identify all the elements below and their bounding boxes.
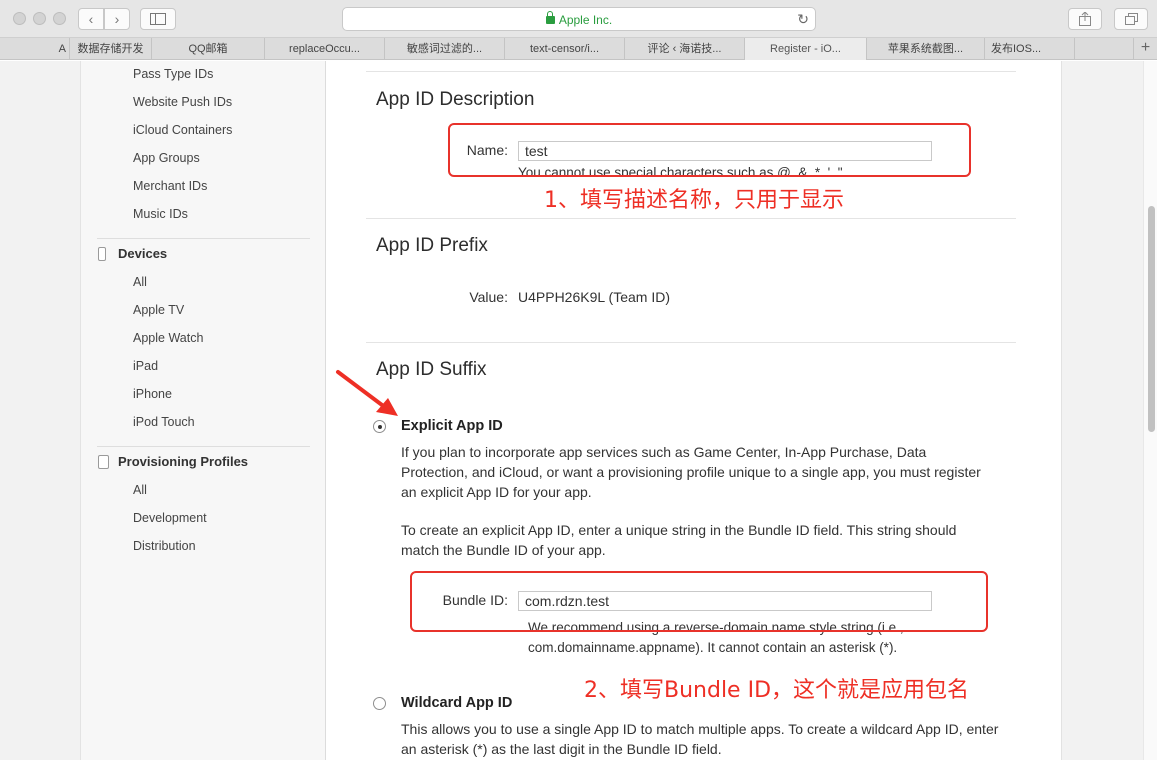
explicit-app-id-title: Explicit App ID [401,418,503,434]
sidebar-item-iphone[interactable]: iPhone [133,387,172,401]
sidebar-icon [150,13,166,25]
sidebar-item-pass-type-ids[interactable]: Pass Type IDs [133,67,213,81]
document-icon [98,455,109,469]
explicit-app-id-radio[interactable] [373,420,386,433]
share-icon [1079,12,1091,26]
explicit-app-id-description: If you plan to incorporate app services … [401,444,981,500]
scrollbar-thumb[interactable] [1148,206,1155,432]
sidebar-item-icloud-containers[interactable]: iCloud Containers [133,123,232,137]
annotation-box-bundle-id [410,571,988,632]
explicit-app-id-instructions: To create an explicit App ID, enter a un… [401,522,957,558]
tab[interactable]: 评论 ‹ 海诺技... [625,38,745,60]
tab[interactable]: 敏感词过滤的... [385,38,505,60]
sidebar: Pass Type IDs Website Push IDs iCloud Co… [80,61,326,760]
zoom-window-button[interactable] [53,12,66,25]
tab-bar: A 数据存储开发 QQ邮箱 replaceOccu... 敏感词过滤的... t… [0,38,1157,60]
sidebar-item-apple-tv[interactable]: Apple TV [133,303,184,317]
back-button[interactable]: ‹ [78,8,104,30]
browser-toolbar: ‹ › Apple Inc. ↻ [0,0,1157,38]
sidebar-item-development[interactable]: Development [133,511,207,525]
prefix-value: U4PPH26K9L (Team ID) [518,289,670,305]
divider [366,218,1016,219]
scrollbar[interactable] [1143,61,1157,760]
tab[interactable]: A [0,38,70,60]
sidebar-item-devices-all[interactable]: All [133,275,147,289]
wildcard-app-id-radio[interactable] [373,697,386,710]
address-bar[interactable]: Apple Inc. ↻ [342,7,816,31]
device-icon [98,247,106,261]
tab[interactable]: 苹果系统截图... [867,38,985,60]
wildcard-app-id-description: This allows you to use a single App ID t… [401,721,999,757]
close-window-button[interactable] [13,12,26,25]
sidebar-divider [97,238,310,239]
sidebar-item-music-ids[interactable]: Music IDs [133,207,188,221]
sidebar-item-profiles-all[interactable]: All [133,483,147,497]
sidebar-divider [97,446,310,447]
tabs-icon [1124,13,1138,25]
annotation-box-name [448,123,971,177]
sidebar-item-ipod-touch[interactable]: iPod Touch [133,415,195,429]
share-button[interactable] [1068,8,1102,30]
sidebar-item-website-push-ids[interactable]: Website Push IDs [133,95,232,109]
sidebar-toggle-button[interactable] [140,8,176,30]
sidebar-item-ipad[interactable]: iPad [133,359,158,373]
sidebar-item-app-groups[interactable]: App Groups [133,151,200,165]
section-title-description: App ID Description [376,89,535,110]
new-tab-button[interactable]: + [1133,38,1157,60]
sidebar-heading-devices: Devices [118,246,168,261]
prefix-value-label: Value: [469,289,508,305]
section-title-prefix: App ID Prefix [376,235,488,256]
annotation-note-2: 2、填写Bundle ID，这个就是应用包名 [584,678,970,703]
sidebar-item-apple-watch[interactable]: Apple Watch [133,331,203,345]
divider [366,342,1016,343]
sidebar-item-distribution[interactable]: Distribution [133,539,196,553]
chevron-right-icon: › [114,11,120,27]
sidebar-item-merchant-ids[interactable]: Merchant IDs [133,179,207,193]
tab[interactable]: replaceOccu... [265,38,385,60]
annotation-note-1: 1、填写描述名称，只用于显示 [544,188,844,213]
tab-active[interactable]: Register - iO... [745,38,867,60]
tab[interactable]: text-censor/i... [505,38,625,60]
forward-button[interactable]: › [104,8,130,30]
tabs-overview-button[interactable] [1114,8,1148,30]
divider [366,71,1016,72]
annotation-arrow-icon [336,370,398,416]
sidebar-heading-provisioning-profiles: Provisioning Profiles [118,454,249,469]
chevron-left-icon: ‹ [88,11,94,27]
tab[interactable]: 发布IOS... [985,38,1075,60]
tab[interactable]: 数据存储开发 [70,38,152,60]
plus-icon: + [1140,39,1151,56]
reload-icon[interactable]: ↻ [797,11,809,28]
lock-icon [545,11,555,24]
url-text: Apple Inc. [558,13,613,27]
minimize-window-button[interactable] [33,12,46,25]
tab[interactable]: QQ邮箱 [152,38,265,60]
wildcard-app-id-title: Wildcard App ID [401,695,513,711]
